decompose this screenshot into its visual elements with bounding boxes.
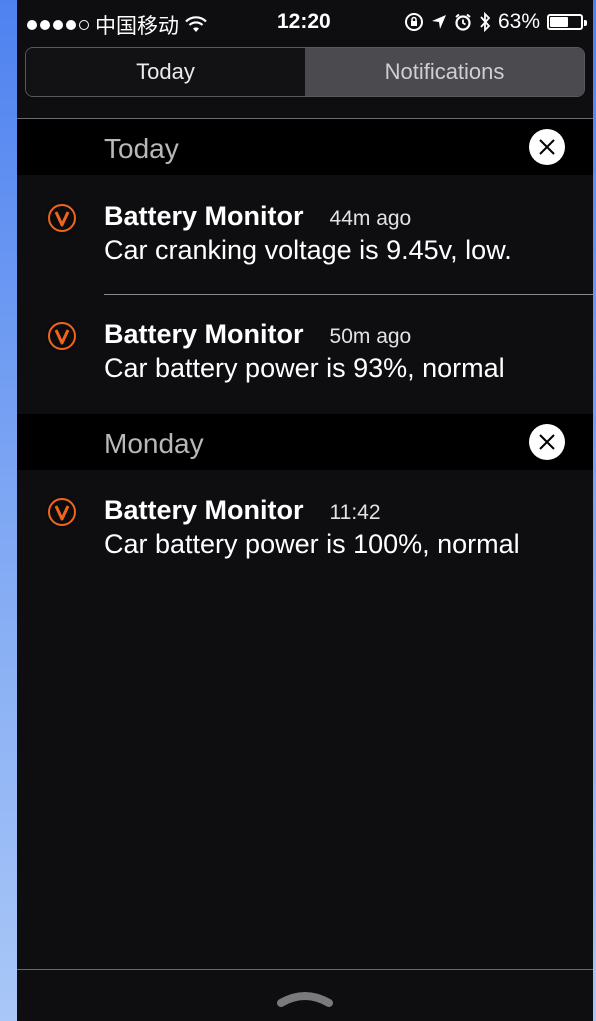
battery-level-fill: [550, 17, 569, 27]
battery-icon: [547, 14, 587, 30]
app-name: Battery Monitor: [104, 319, 304, 349]
notification-header: Battery Monitor 50m ago: [104, 319, 411, 350]
close-icon: [539, 139, 555, 155]
notification-message: Car cranking voltage is 9.45v, low.: [104, 235, 512, 265]
chevron-up-icon[interactable]: [275, 985, 335, 1009]
section-header-today: Today: [17, 119, 593, 175]
section-title: Monday: [104, 428, 204, 459]
notification-message: Car battery power is 100%, normal: [104, 529, 520, 559]
notification-time: 50m ago: [329, 325, 412, 348]
carrier-name: 中国移动: [95, 15, 179, 38]
battery-monitor-app-icon: [45, 201, 79, 235]
status-bar: 中国移动 12:20 63%: [17, 0, 593, 44]
battery-monitor-app-icon: [45, 319, 79, 353]
status-time: 12:20: [277, 10, 331, 33]
notification-item[interactable]: Battery Monitor 50m ago Car battery powe…: [17, 295, 593, 413]
rotation-lock-icon: [404, 13, 423, 31]
alarm-icon: [455, 13, 471, 31]
status-left: 中国移动: [27, 10, 207, 40]
battery-percentage: 63%: [497, 10, 540, 33]
app-name: Battery Monitor: [104, 495, 304, 525]
bluetooth-icon: [480, 12, 491, 32]
app-name: Battery Monitor: [104, 201, 304, 231]
notification-item[interactable]: Battery Monitor 44m ago Car cranking vol…: [17, 175, 593, 295]
wifi-icon: [185, 16, 207, 32]
location-icon: [431, 15, 446, 29]
section-header-monday: Monday: [17, 414, 593, 470]
clear-section-button[interactable]: [529, 129, 565, 165]
bottom-divider: [17, 969, 593, 970]
section-title: Today: [104, 133, 179, 164]
notification-time: 44m ago: [329, 207, 412, 230]
clear-section-button[interactable]: [529, 424, 565, 460]
view-segmented-control: Today Notifications: [25, 47, 585, 97]
notification-message: Car battery power is 93%, normal: [104, 353, 505, 383]
notification-header: Battery Monitor 44m ago: [104, 201, 411, 232]
battery-monitor-app-icon: [45, 495, 79, 529]
close-icon: [539, 434, 555, 450]
tab-notifications[interactable]: Notifications: [305, 48, 584, 96]
notification-center: 中国移动 12:20 63% Today Notifications Today…: [17, 0, 593, 1021]
notification-header: Battery Monitor 11:42: [104, 495, 381, 526]
signal-strength-icon: [27, 20, 89, 30]
notification-time: 11:42: [329, 501, 381, 524]
tab-today[interactable]: Today: [26, 48, 305, 96]
status-right: 63%: [404, 10, 587, 34]
notification-item[interactable]: Battery Monitor 11:42 Car battery power …: [17, 470, 593, 588]
